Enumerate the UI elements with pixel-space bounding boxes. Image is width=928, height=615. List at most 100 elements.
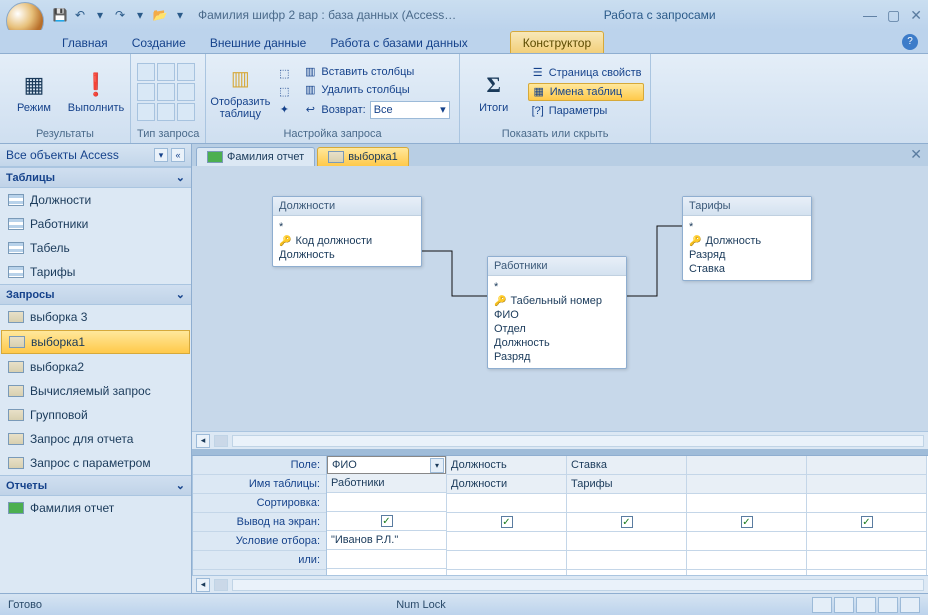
return-combo[interactable]: Все▾ [370, 101, 450, 119]
view-button[interactable]: ▦ Режим [6, 70, 62, 114]
or-cell[interactable] [567, 551, 686, 570]
sort-cell[interactable] [567, 494, 686, 513]
table-window-dolzhnosti[interactable]: Должности *🔑Код должностиДолжность [272, 196, 422, 267]
run-button[interactable]: ❗ Выполнить [68, 70, 124, 114]
insert-columns-button[interactable]: ▥Вставить столбцы [300, 64, 452, 80]
field-item[interactable]: * [494, 280, 620, 294]
view-design-icon[interactable] [900, 597, 920, 613]
field-cell[interactable]: Ставка [567, 456, 686, 475]
delete-columns-button[interactable]: ▥Удалить столбцы [300, 82, 452, 98]
field-item[interactable]: Должность [279, 248, 415, 262]
nav-item[interactable]: выборка 3 [0, 305, 191, 329]
table-window-tarify[interactable]: Тарифы *🔑ДолжностьРазрядСтавка [682, 196, 812, 281]
field-item[interactable]: Разряд [494, 350, 620, 364]
nav-collapse-icon[interactable]: « [171, 148, 185, 162]
table-cell[interactable]: Работники [327, 474, 446, 493]
nav-item[interactable]: Вычисляемый запрос [0, 379, 191, 403]
restore-icon[interactable]: ▢ [887, 7, 900, 24]
parameters-button[interactable]: [?]Параметры [528, 103, 645, 119]
grid-column[interactable]: ✓ [807, 456, 927, 575]
criteria-cell[interactable] [447, 532, 566, 551]
grid-column[interactable]: СтавкаТарифы✓ [567, 456, 687, 575]
tab-home[interactable]: Главная [50, 32, 120, 53]
property-sheet-button[interactable]: ☰Страница свойств [528, 65, 645, 81]
view-pivot-icon[interactable] [834, 597, 854, 613]
nav-item[interactable]: Запрос для отчета [0, 427, 191, 451]
chevron-down-icon[interactable]: ▾ [92, 7, 108, 23]
nav-item[interactable]: выборка1 [1, 330, 190, 354]
grid-column[interactable]: ✓ [687, 456, 807, 575]
table-names-button[interactable]: ▦Имена таблиц [528, 83, 645, 101]
grid-hscrollbar[interactable]: ◂ [192, 575, 928, 593]
criteria-cell[interactable] [807, 532, 926, 551]
field-cell[interactable]: Должность [447, 456, 566, 475]
field-item[interactable]: ФИО [494, 308, 620, 322]
field-cell[interactable] [807, 456, 926, 475]
query-type-gallery[interactable] [137, 63, 195, 121]
save-icon[interactable]: 💾 [52, 7, 68, 23]
field-item[interactable]: Отдел [494, 322, 620, 336]
field-item[interactable]: 🔑Код должности [279, 234, 415, 248]
nav-item[interactable]: Тарифы [0, 260, 191, 284]
show-cell[interactable]: ✓ [327, 512, 446, 531]
insert-rows-button[interactable]: ⬚ [274, 66, 294, 82]
table-cell[interactable] [807, 475, 926, 494]
diagram-hscrollbar[interactable]: ◂ [192, 431, 928, 449]
tab-query-design[interactable]: Конструктор [510, 31, 604, 53]
tab-external-data[interactable]: Внешние данные [198, 32, 319, 53]
criteria-cell[interactable] [567, 532, 686, 551]
field-cell[interactable]: ФИО▾ [327, 456, 446, 474]
or-cell[interactable] [687, 551, 806, 570]
table-window-rabotniki[interactable]: Работники *🔑Табельный номерФИООтделДолжн… [487, 256, 627, 369]
or-cell[interactable] [447, 551, 566, 570]
sort-cell[interactable] [447, 494, 566, 513]
nav-item[interactable]: Групповой [0, 403, 191, 427]
tab-create[interactable]: Создание [120, 32, 198, 53]
table-cell[interactable]: Тарифы [567, 475, 686, 494]
chevron-down-icon[interactable]: ▾ [132, 7, 148, 23]
delete-rows-button[interactable]: ⬚ [274, 84, 294, 100]
field-item[interactable]: * [689, 220, 805, 234]
grid-columns[interactable]: ФИО▾Работники✓"Иванов Р.Л."ДолжностьДолж… [327, 456, 928, 575]
grid-column[interactable]: ДолжностьДолжности✓ [447, 456, 567, 575]
doc-tab-query[interactable]: выборка1 [317, 147, 409, 166]
sort-cell[interactable] [807, 494, 926, 513]
field-item[interactable]: 🔑Табельный номер [494, 294, 620, 308]
nav-group-tables[interactable]: Таблицы⌄ [0, 167, 191, 188]
criteria-cell[interactable]: "Иванов Р.Л." [327, 531, 446, 550]
close-tab-icon[interactable]: ✕ [910, 146, 922, 163]
open-icon[interactable]: 📂 [152, 7, 168, 23]
nav-item[interactable]: Табель [0, 236, 191, 260]
view-sql-icon[interactable] [878, 597, 898, 613]
or-cell[interactable] [807, 551, 926, 570]
sort-cell[interactable] [327, 493, 446, 512]
close-icon[interactable]: ✕ [910, 7, 922, 24]
nav-group-reports[interactable]: Отчеты⌄ [0, 475, 191, 496]
nav-item[interactable]: Работники [0, 212, 191, 236]
criteria-cell[interactable] [687, 532, 806, 551]
show-table-button[interactable]: ▥ Отобразить таблицу [212, 64, 268, 120]
query-designer-diagram[interactable]: Должности *🔑Код должностиДолжность Работ… [192, 166, 928, 449]
nav-item[interactable]: Фамилия отчет [0, 496, 191, 520]
nav-item[interactable]: Запрос с параметром [0, 451, 191, 475]
sort-cell[interactable] [687, 494, 806, 513]
grid-column[interactable]: ФИО▾Работники ✓"Иванов Р.Л." [327, 456, 447, 575]
doc-tab-report[interactable]: Фамилия отчет [196, 147, 315, 166]
field-item[interactable]: Разряд [689, 248, 805, 262]
nav-item[interactable]: Должности [0, 188, 191, 212]
view-datasheet-icon[interactable] [812, 597, 832, 613]
redo-icon[interactable]: ↷ [112, 7, 128, 23]
nav-pane-header[interactable]: Все объекты Access ▾« [0, 144, 191, 167]
nav-item[interactable]: выборка2 [0, 355, 191, 379]
show-cell[interactable]: ✓ [687, 513, 806, 532]
field-item[interactable]: Ставка [689, 262, 805, 276]
nav-dropdown-icon[interactable]: ▾ [154, 148, 168, 162]
chevron-down-icon[interactable]: ▾ [430, 458, 444, 473]
view-chart-icon[interactable] [856, 597, 876, 613]
or-cell[interactable] [327, 550, 446, 569]
help-icon[interactable]: ? [902, 34, 918, 50]
field-item[interactable]: 🔑Должность [689, 234, 805, 248]
tab-database-tools[interactable]: Работа с базами данных [318, 32, 479, 53]
minimize-icon[interactable]: — [863, 7, 877, 24]
field-item[interactable]: * [279, 220, 415, 234]
